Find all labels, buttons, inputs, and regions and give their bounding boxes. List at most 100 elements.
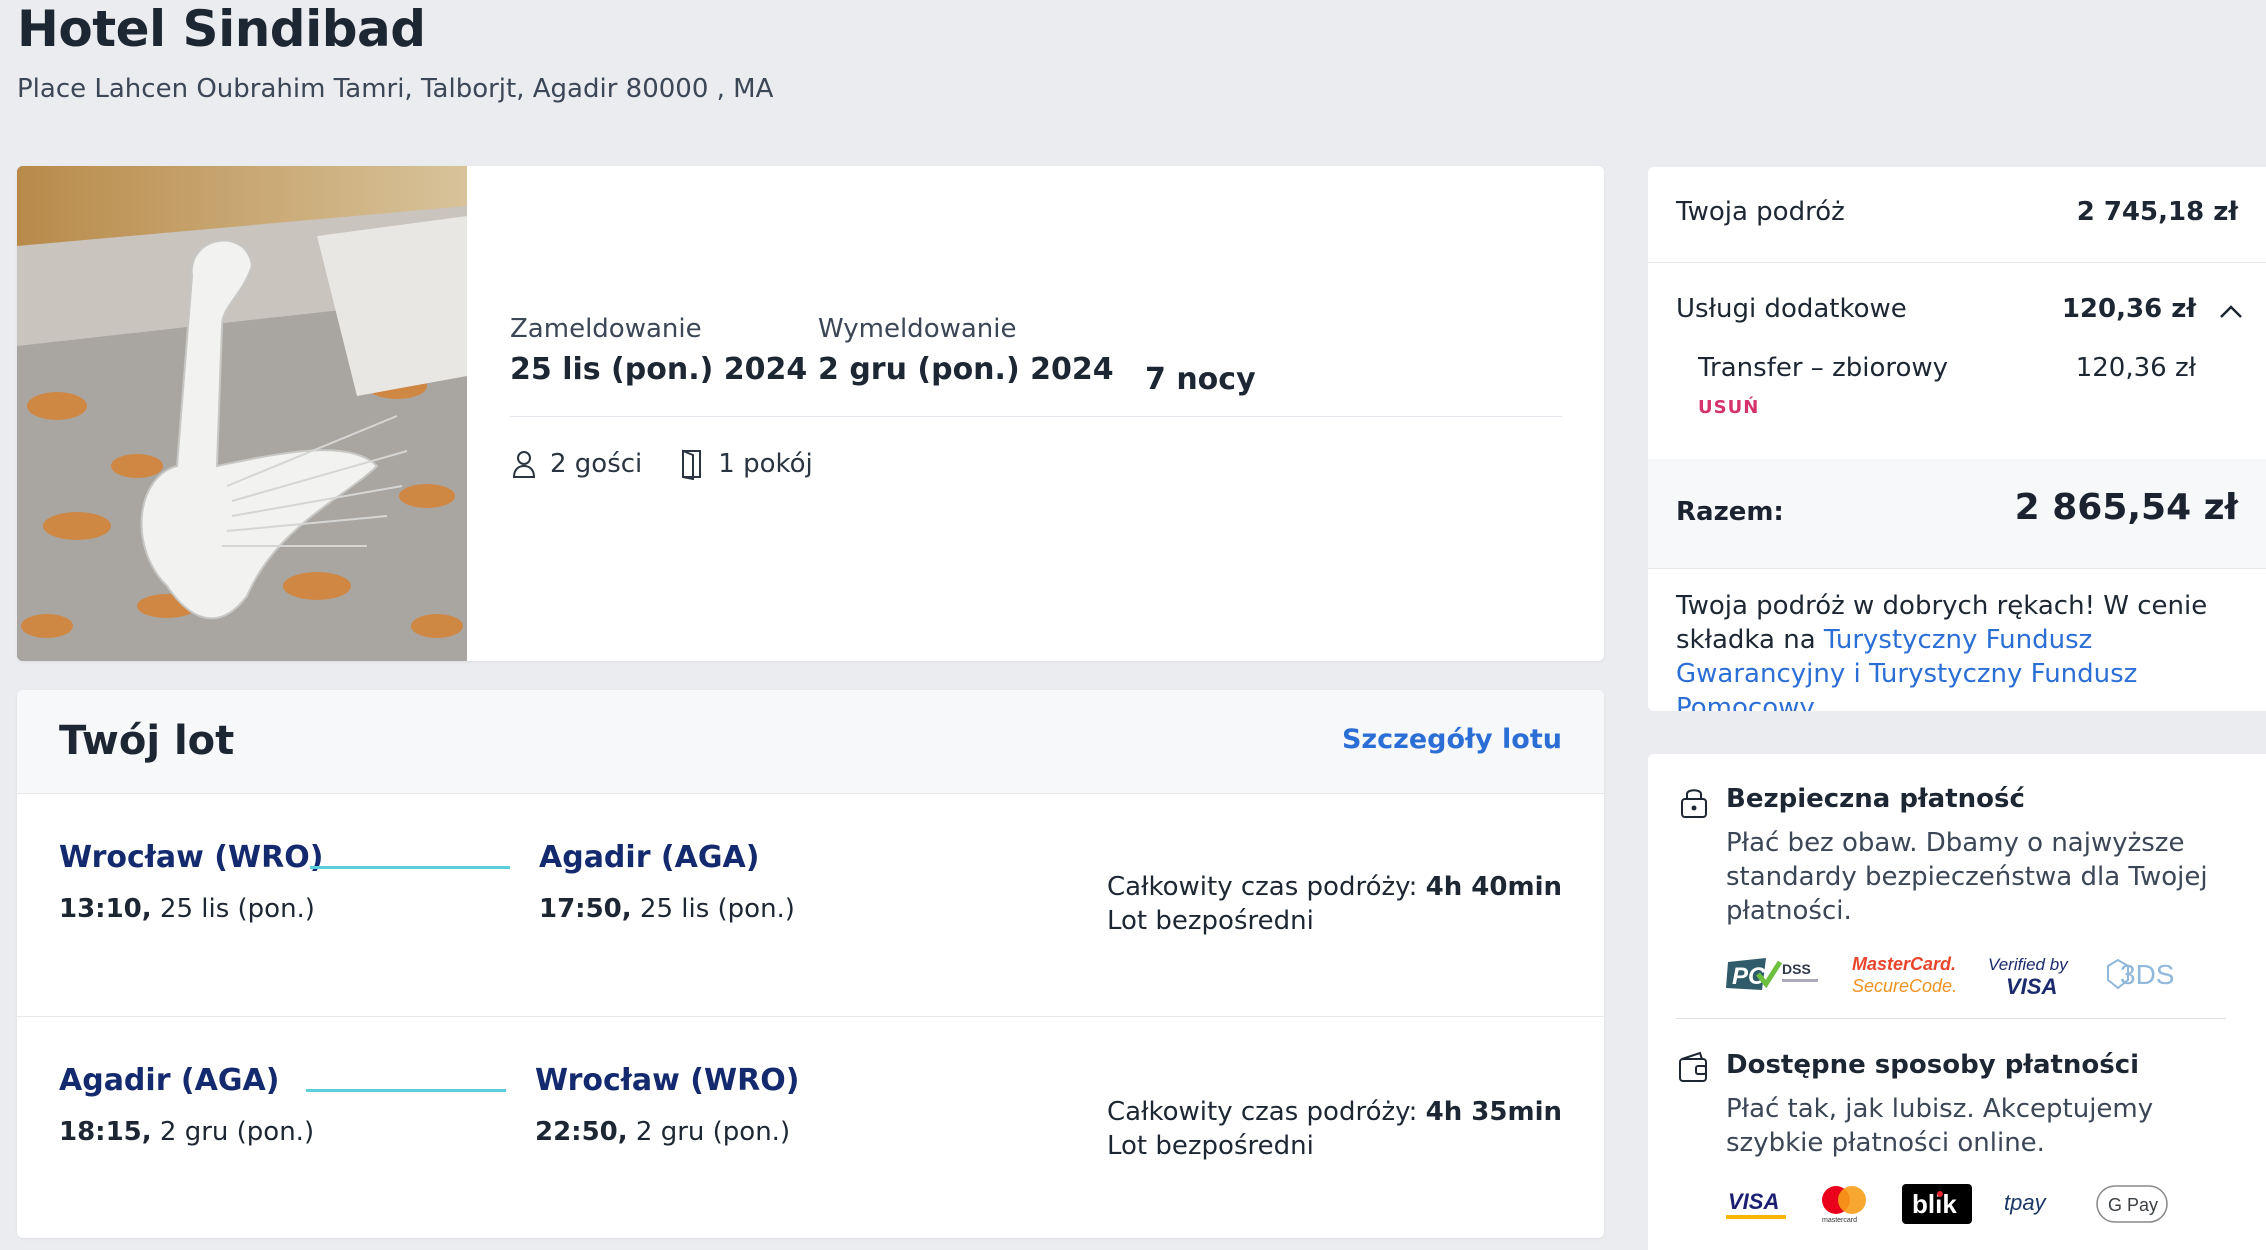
svg-text:blik: blik bbox=[1912, 1189, 1957, 1219]
flight-details-link[interactable]: Szczegóły lotu bbox=[1342, 724, 1562, 755]
svg-text:MasterCard.: MasterCard. bbox=[1852, 954, 1956, 974]
hotel-card: Zameldowanie 25 lis (pon.) 2024 Wymeldow… bbox=[17, 166, 1604, 661]
dates-divider bbox=[510, 416, 1562, 417]
svg-text:tpay: tpay bbox=[2004, 1190, 2048, 1215]
guests-info: 2 gości bbox=[510, 448, 642, 480]
security-logos: PCI DSS MasterCard. SecureCode. Verified… bbox=[1726, 952, 2214, 996]
payment-info: Bezpieczna płatność Płać bez obaw. Dbamy… bbox=[1648, 754, 2266, 1250]
transfer-value: 120,36 zł bbox=[2075, 353, 2196, 383]
outbound-departure: 13:10, 25 lis (pon.) bbox=[59, 894, 315, 924]
3ds-logo: 3DS bbox=[2104, 954, 2184, 994]
outbound-info: Całkowity czas podróży: 4h 40min Lot bez… bbox=[1107, 870, 1562, 938]
duration-label: Całkowity czas podróży: bbox=[1107, 872, 1418, 902]
outbound-arrival: 17:50, 25 lis (pon.) bbox=[539, 894, 795, 924]
return-departure-date: 2 gru (pon.) bbox=[159, 1117, 315, 1147]
secure-payment-title: Bezpieczna płatność bbox=[1726, 784, 2025, 814]
blik-logo: blik bbox=[1902, 1184, 1972, 1224]
extras-row[interactable]: Usługi dodatkowe 120,36 zł bbox=[1676, 294, 2196, 324]
return-duration: Całkowity czas podróży: 4h 35min bbox=[1107, 1095, 1562, 1129]
rooms-info: 1 pokój bbox=[678, 448, 813, 480]
return-arrival-date: 2 gru (pon.) bbox=[635, 1117, 791, 1147]
door-icon bbox=[682, 449, 702, 480]
svg-text:SecureCode.: SecureCode. bbox=[1852, 976, 1956, 996]
outbound-from-city: Wrocław (WRO) bbox=[59, 840, 324, 875]
remove-transfer-link[interactable]: USUŃ bbox=[1698, 397, 1759, 418]
flight-card: Twój lot Szczegóły lotu Wrocław (WRO) 13… bbox=[17, 690, 1604, 1238]
trust-notice: Twoja podróż w dobrych rękach! W cenie s… bbox=[1676, 589, 2238, 711]
svg-text:mastercard: mastercard bbox=[1822, 1217, 1857, 1224]
return-to-city: Wrocław (WRO) bbox=[535, 1063, 800, 1098]
secure-payment-text: Płać bez obaw. Dbamy o najwyższe standar… bbox=[1726, 828, 2208, 926]
divider bbox=[1648, 262, 2266, 263]
flight-leg-return: Agadir (AGA) 18:15, 2 gru (pon.) Wrocław… bbox=[17, 1016, 1604, 1238]
checkout-label: Wymeldowanie bbox=[818, 314, 1017, 344]
rooms-count: 1 pokój bbox=[718, 449, 813, 479]
guests-rooms-row: 2 gości 1 pokój bbox=[510, 448, 849, 480]
chevron-up-icon[interactable] bbox=[2218, 299, 2244, 325]
flight-title: Twój lot bbox=[59, 718, 235, 764]
outbound-departure-time: 13:10, bbox=[59, 894, 152, 924]
checkout: Wymeldowanie 2 gru (pon.) 2024 bbox=[818, 314, 1114, 387]
outbound-departure-date: 25 lis (pon.) bbox=[159, 894, 315, 924]
return-departure-time: 18:15, bbox=[59, 1117, 152, 1147]
hotel-photo[interactable] bbox=[17, 166, 467, 661]
trip-price-row: Twoja podróż 2 745,18 zł bbox=[1676, 197, 2238, 227]
padlock-icon bbox=[1681, 789, 1707, 818]
route-line bbox=[310, 866, 510, 869]
transfer-label: Transfer – zbiorowy bbox=[1698, 353, 1949, 383]
mastercard-securecode-logo: MasterCard. SecureCode. bbox=[1852, 952, 1956, 996]
price-summary: Twoja podróż 2 745,18 zł Usługi dodatkow… bbox=[1648, 167, 2266, 711]
svg-text:3DS: 3DS bbox=[2120, 959, 2174, 990]
flight-header: Twój lot Szczegóły lotu bbox=[17, 690, 1604, 794]
total-value: 2 865,54 zł bbox=[2014, 487, 2238, 528]
total-label: Razem: bbox=[1676, 497, 1784, 527]
duration-value: 4h 40min bbox=[1425, 872, 1562, 902]
extras-label: Usługi dodatkowe bbox=[1676, 294, 1907, 324]
payment-divider bbox=[1676, 1018, 2226, 1019]
checkin-label: Zameldowanie bbox=[510, 314, 702, 344]
trip-price-label: Twoja podróż bbox=[1676, 197, 1845, 227]
duration-label: Całkowity czas podróży: bbox=[1107, 1097, 1418, 1127]
svg-text:VISA: VISA bbox=[2006, 974, 2057, 996]
payment-methods-text: Płać tak, jak lubisz. Akceptujemy szybki… bbox=[1726, 1094, 2154, 1158]
outbound-flight-type: Lot bezpośredni bbox=[1107, 906, 1314, 936]
hotel-address: Place Lahcen Oubrahim Tamri, Talborjt, A… bbox=[17, 74, 774, 104]
payment-methods-title: Dostępne sposoby płatności bbox=[1726, 1050, 2140, 1080]
checkout-value: 2 gru (pon.) 2024 bbox=[818, 352, 1114, 387]
route-line bbox=[306, 1089, 506, 1092]
guests-count: 2 gości bbox=[550, 449, 643, 479]
svg-text:DSS: DSS bbox=[1782, 961, 1811, 977]
outbound-arrival-time: 17:50, bbox=[539, 894, 632, 924]
hotel-name: Hotel Sindibad bbox=[17, 0, 426, 58]
wallet-icon bbox=[1679, 1051, 1707, 1082]
outbound-arrival-date: 25 lis (pon.) bbox=[639, 894, 795, 924]
tpay-logo: tpay bbox=[2002, 1184, 2066, 1224]
verified-by-visa-logo: Verified by VISA bbox=[1986, 952, 2074, 996]
checkin-value: 25 lis (pon.) 2024 bbox=[510, 352, 808, 387]
svg-text:Verified by: Verified by bbox=[1988, 955, 2069, 974]
nights-count: 7 nocy bbox=[1145, 362, 1256, 397]
return-flight-type: Lot bezpośredni bbox=[1107, 1131, 1314, 1161]
return-arrival: 22:50, 2 gru (pon.) bbox=[535, 1117, 790, 1147]
outbound-duration: Całkowity czas podróży: 4h 40min bbox=[1107, 870, 1562, 904]
svg-text:VISA: VISA bbox=[1728, 1189, 1779, 1214]
svg-text:G Pay: G Pay bbox=[2108, 1195, 2158, 1215]
transfer-row: Transfer – zbiorowy 120,36 zł bbox=[1698, 353, 2196, 383]
pci-dss-logo: PCI DSS bbox=[1726, 954, 1822, 994]
checkin: Zameldowanie 25 lis (pon.) 2024 bbox=[510, 314, 807, 387]
person-icon bbox=[512, 451, 536, 478]
outbound-to-city: Agadir (AGA) bbox=[539, 840, 760, 875]
booking-summary-page: Hotel Sindibad Place Lahcen Oubrahim Tam… bbox=[0, 0, 2266, 1250]
flight-leg-outbound: Wrocław (WRO) 13:10, 25 lis (pon.) Agadi… bbox=[17, 794, 1604, 1016]
mastercard-logo: mastercard bbox=[1816, 1184, 1872, 1224]
payment-method-logos: VISA mastercard blik tpay G Pay bbox=[1726, 1184, 2198, 1224]
total-row: Razem: 2 865,54 zł bbox=[1648, 459, 2266, 569]
duration-value: 4h 35min bbox=[1425, 1097, 1562, 1127]
trip-price-value: 2 745,18 zł bbox=[2076, 197, 2238, 227]
return-departure: 18:15, 2 gru (pon.) bbox=[59, 1117, 314, 1147]
return-from-city: Agadir (AGA) bbox=[59, 1063, 280, 1098]
return-info: Całkowity czas podróży: 4h 35min Lot bez… bbox=[1107, 1095, 1562, 1163]
google-pay-logo: G Pay bbox=[2096, 1184, 2168, 1224]
return-arrival-time: 22:50, bbox=[535, 1117, 628, 1147]
extras-value: 120,36 zł bbox=[2061, 294, 2196, 324]
